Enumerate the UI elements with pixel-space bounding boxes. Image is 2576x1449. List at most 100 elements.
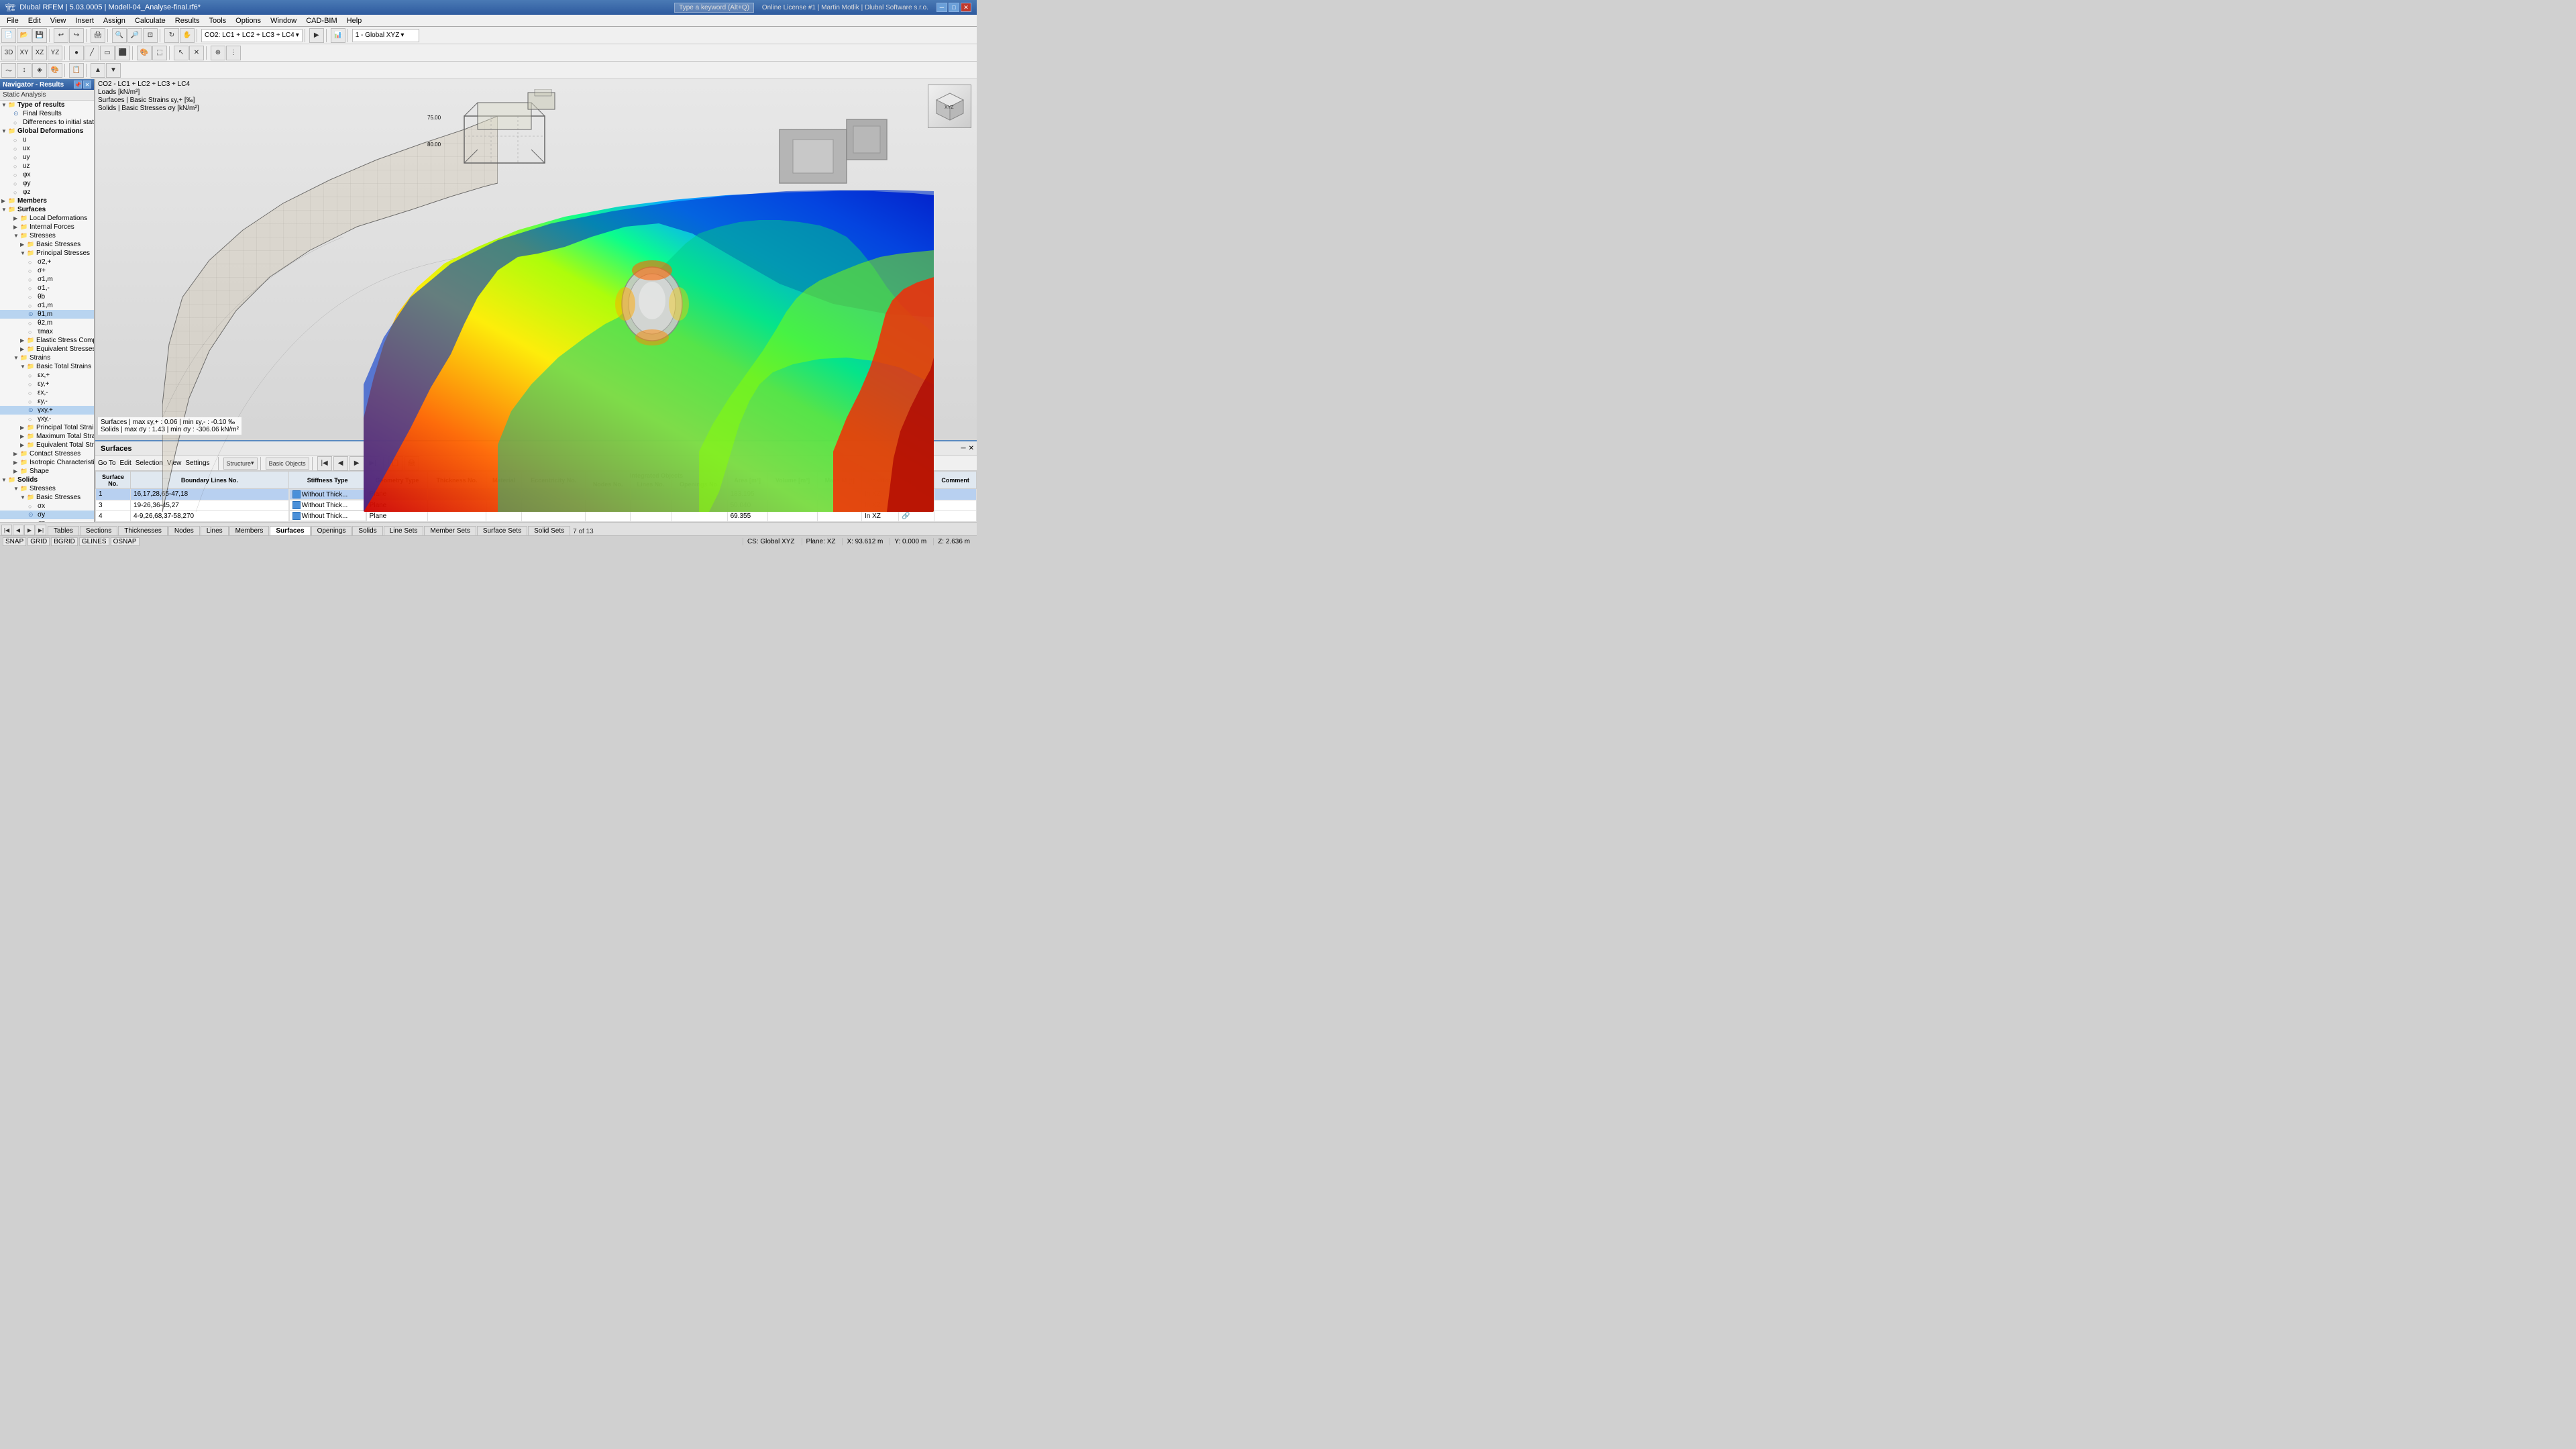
snap-indicator[interactable]: SNAP [3,537,26,546]
bottom-tab-thicknesses[interactable]: Thicknesses [118,526,168,535]
close-button[interactable]: ✕ [961,3,971,12]
tab-nav-prev[interactable]: ◀ [13,525,23,535]
nav-stresses[interactable]: ▼ 📁 Stresses [0,231,94,240]
nav-ux[interactable]: ○ ux [0,144,94,153]
tab-nav-next[interactable]: ▶ [24,525,35,535]
display-solids-btn[interactable]: ⬛ [115,46,130,60]
legend-btn[interactable]: 📋 [69,63,84,78]
nav-sigma1m2[interactable]: ○ σ1,m [0,301,94,310]
nav-principal-stresses[interactable]: ▼ 📁 Principal Stresses [0,249,94,258]
pan-btn[interactable]: ✋ [180,28,195,43]
nav-solid-sx[interactable]: ○ σx [0,502,94,511]
nav-eps-xp[interactable]: ○ εx,+ [0,371,94,380]
results-minimize-icon[interactable]: ─ [961,445,966,452]
nav-phiz[interactable]: ○ φz [0,188,94,197]
nav-isotropic-char[interactable]: ▶ 📁 Isotropic Characteristics [0,458,94,467]
menu-edit[interactable]: Edit [24,16,45,25]
bottom-tab-lines[interactable]: Lines [201,526,229,535]
res-forces-btn[interactable]: ↕ [17,63,32,78]
bottom-tab-surface-sets[interactable]: Surface Sets [477,526,527,535]
grid-indicator[interactable]: GRID [28,537,50,546]
nav-eps-yn[interactable]: ○ εy,- [0,397,94,406]
table-row[interactable]: 4 4-9,26,68,37-58,270 Without Thick... P… [96,511,977,521]
nav-surfaces[interactable]: ▼ 📁 Surfaces [0,205,94,214]
nav-sigma2p[interactable]: ○ σ2,+ [0,258,94,266]
nav-sigma1n[interactable]: ○ σ1,- [0,284,94,292]
max-values-btn[interactable]: ▲ [91,63,105,78]
load-case-dropdown[interactable]: CO2: LC1 + LC2 + LC3 + LC4 ▾ [201,29,303,42]
nav-elastic-stress[interactable]: ▶ 📁 Elastic Stress Components [0,336,94,345]
nav-gamma-xyn[interactable]: ○ γxy,- [0,415,94,423]
print-button[interactable]: 🖨 [91,28,105,43]
nav-solids-stresses[interactable]: ▼ 📁 Stresses [0,484,94,493]
nav-principal-total-strains[interactable]: ▶ 📁 Principal Total Strains [0,423,94,432]
deselect-btn[interactable]: ✕ [189,46,204,60]
nav-u[interactable]: ○ u [0,136,94,144]
view-3d-btn[interactable]: 3D [1,46,16,60]
render-btn[interactable]: 🎨 [137,46,152,60]
nav-close-button[interactable]: ✕ [83,80,91,89]
res-deform-btn[interactable]: 〜 [1,63,16,78]
osnap-indicator[interactable]: OSNAP [111,537,140,546]
display-nodes-btn[interactable]: ● [69,46,84,60]
view-yz-btn[interactable]: YZ [48,46,62,60]
bottom-tab-surfaces[interactable]: Surfaces [270,526,310,535]
bottom-tab-member-sets[interactable]: Member Sets [424,526,476,535]
nav-gamma-xyp[interactable]: ⊙ γxy,+ [0,406,94,415]
bgrid-indicator[interactable]: BGRID [51,537,78,546]
new-button[interactable]: 📄 [1,28,16,43]
menu-view[interactable]: View [46,16,70,25]
results-close-icon[interactable]: ✕ [969,445,974,452]
nav-solid-sy[interactable]: ⊙ σy [0,511,94,519]
calculate-btn[interactable]: ▶ [309,28,324,43]
nav-internal-forces[interactable]: ▶ 📁 Internal Forces [0,223,94,231]
nav-thetab[interactable]: ○ θb [0,292,94,301]
nav-solids[interactable]: ▼ 📁 Solids [0,476,94,484]
zoom-fit[interactable]: ⊡ [143,28,158,43]
nav-basic-total-strains[interactable]: ▼ 📁 Basic Total Strains [0,362,94,371]
menu-cad-bim[interactable]: CAD-BIM [302,16,341,25]
menu-help[interactable]: Help [343,16,366,25]
nav-pin-button[interactable]: 📌 [74,80,82,89]
viewport[interactable]: CO2 - LC1 + LC2 + LC3 + LC4 Loads [kN/m²… [95,79,977,547]
nav-differences[interactable]: ○ Differences to initial state [0,118,94,127]
global-xyz-dropdown[interactable]: 1 - Global XYZ ▾ [352,29,419,42]
nav-max-total-strains[interactable]: ▶ 📁 Maximum Total Strains [0,432,94,441]
rotate-btn[interactable]: ↻ [164,28,179,43]
nav-final-results[interactable]: ⊙ Final Results [0,109,94,118]
res-color-btn[interactable]: 🎨 [48,63,62,78]
nav-theta2m[interactable]: ○ θ2,m [0,319,94,327]
bottom-tab-nodes[interactable]: Nodes [168,526,200,535]
nav-basic-stresses[interactable]: ▶ 📁 Basic Stresses [0,240,94,249]
nav-strains[interactable]: ▼ 📁 Strains [0,354,94,362]
nav-shape[interactable]: ▶ 📁 Shape [0,467,94,476]
nav-equiv-total-strains[interactable]: ▶ 📁 Equivalent Total Strains [0,441,94,449]
res-stress-btn[interactable]: ◈ [32,63,47,78]
bottom-tab-line-sets[interactable]: Line Sets [384,526,424,535]
menu-window[interactable]: Window [266,16,301,25]
menu-calculate[interactable]: Calculate [131,16,170,25]
grid-btn[interactable]: ⋮ [226,46,241,60]
menu-tools[interactable]: Tools [205,16,230,25]
redo-button[interactable]: ↪ [69,28,84,43]
bottom-tab-tables[interactable]: Tables [48,526,79,535]
menu-assign[interactable]: Assign [99,16,129,25]
snap-btn[interactable]: ⊕ [211,46,225,60]
nav-phiy[interactable]: ○ φy [0,179,94,188]
nav-type-of-results[interactable]: ▼ 📁 Type of results [0,101,94,109]
zoom-in[interactable]: 🔍 [112,28,127,43]
view-xz-btn[interactable]: XZ [32,46,47,60]
display-lines-btn[interactable]: ╱ [85,46,99,60]
nav-cube[interactable]: XYZ [928,85,971,128]
nav-sigmap[interactable]: ○ σ+ [0,266,94,275]
bottom-tab-openings[interactable]: Openings [311,526,352,535]
minimize-button[interactable]: ─ [936,3,947,12]
nav-local-deformations[interactable]: ▶ 📁 Local Deformations [0,214,94,223]
menu-results[interactable]: Results [171,16,204,25]
nav-taumax[interactable]: ○ τmax [0,327,94,336]
nav-eps-xn[interactable]: ○ εx,- [0,388,94,397]
menu-insert[interactable]: Insert [71,16,98,25]
menu-options[interactable]: Options [231,16,265,25]
open-button[interactable]: 📂 [17,28,32,43]
menu-file[interactable]: File [3,16,23,25]
